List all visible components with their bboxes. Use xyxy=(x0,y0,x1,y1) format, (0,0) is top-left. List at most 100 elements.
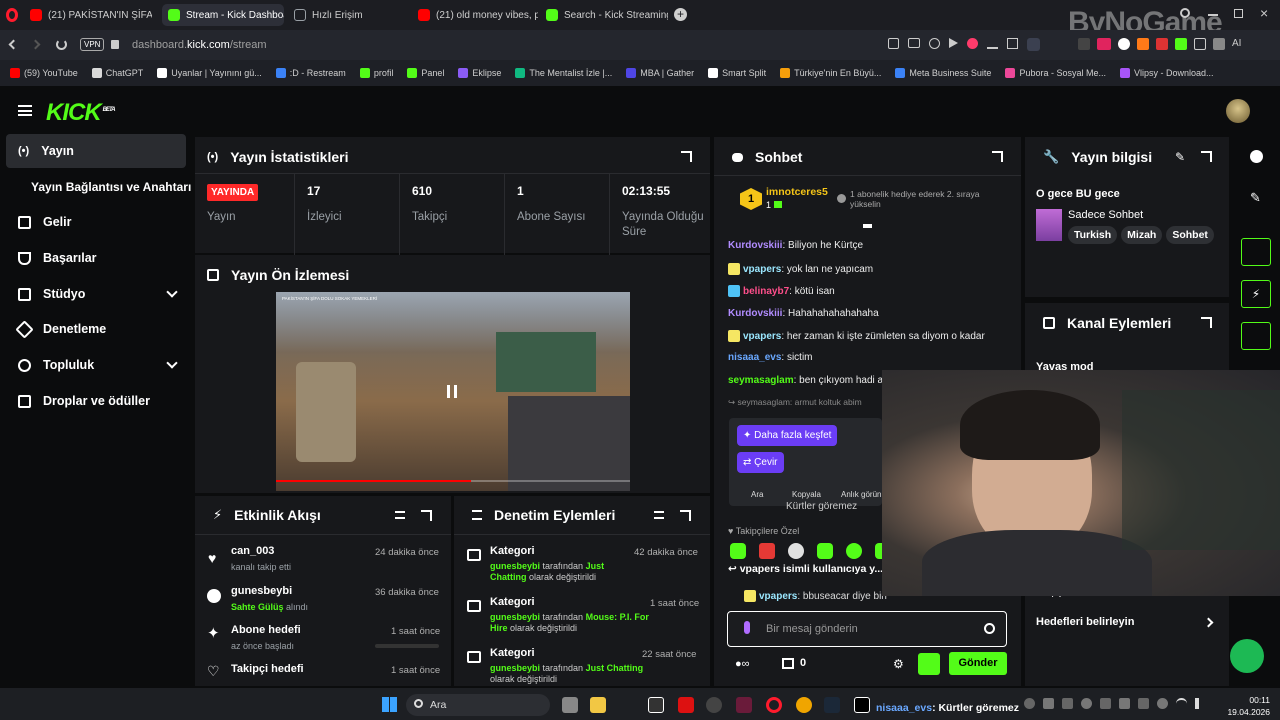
popout-icon[interactable] xyxy=(681,151,692,162)
extension-icon[interactable] xyxy=(1213,38,1225,50)
bookmark-item[interactable]: Uyanlar | Yayınını gü... xyxy=(157,68,262,78)
users-icon[interactable]: ●∞ xyxy=(735,658,750,670)
set-goals-row[interactable]: Hedefleri belirleyin xyxy=(1036,616,1134,628)
search-option[interactable]: Ara xyxy=(751,490,763,499)
bookmark-item[interactable]: Smart Split xyxy=(708,68,766,78)
edit-icon[interactable]: ✎ xyxy=(1175,150,1185,164)
browser-tab[interactable]: (21) PAKİSTAN'IN ŞİFA DO xyxy=(24,4,152,26)
taskbar-search[interactable]: Ara xyxy=(406,694,550,716)
wifi-icon[interactable] xyxy=(1176,698,1187,709)
edit-icon[interactable]: ✎ xyxy=(1250,190,1261,206)
mic-icon[interactable] xyxy=(744,621,750,634)
sidebar-item-achievements[interactable]: Başarılar xyxy=(6,241,186,275)
bookmark-item[interactable]: profil xyxy=(359,68,393,78)
restore-icon[interactable] xyxy=(1234,9,1243,18)
bookmark-item[interactable]: MBA | Gather xyxy=(626,68,694,78)
bookmark-item[interactable]: The Mentalist İzle |... xyxy=(515,68,612,78)
close-icon[interactable]: × xyxy=(1260,5,1268,21)
browser-tab-active[interactable]: Stream - Kick Dashboard xyxy=(162,4,284,26)
bookmark-item[interactable]: Meta Business Suite xyxy=(895,68,991,78)
avatar[interactable] xyxy=(1226,99,1250,123)
popout-icon[interactable] xyxy=(680,510,691,521)
extension-icon[interactable] xyxy=(1078,38,1090,50)
tray-icon[interactable] xyxy=(1062,698,1073,709)
camera-icon[interactable] xyxy=(1241,238,1271,266)
bookmark-item[interactable]: Pubora - Sosyal Me... xyxy=(1005,68,1106,78)
stream-preview-video[interactable]: PAKİSTAN'IN ŞİFA DOLU SOKAK YEMEKLERİ xyxy=(276,292,630,491)
emote-icon[interactable] xyxy=(817,543,833,559)
emote-icon[interactable] xyxy=(730,543,746,559)
kick-logo[interactable]: KICK BETA xyxy=(46,99,116,127)
video-progress-bar[interactable] xyxy=(276,480,630,482)
bookmark-item[interactable]: Vlipsy - Download... xyxy=(1119,68,1214,78)
tag[interactable]: Mizah xyxy=(1121,226,1163,244)
tray-icon[interactable] xyxy=(1081,698,1092,709)
browser-tab[interactable]: (21) old money vibes, play xyxy=(412,4,538,26)
translate-button[interactable]: ⇄ Çevir xyxy=(737,452,784,473)
settings-icon[interactable]: ⚙ xyxy=(893,657,904,671)
filter-icon[interactable] xyxy=(654,511,664,519)
sidebar-item-moderation[interactable]: Denetleme xyxy=(6,312,186,346)
folder-icon[interactable] xyxy=(590,697,606,713)
tag[interactable]: Turkish xyxy=(1068,226,1118,244)
extension-icon[interactable] xyxy=(1156,38,1168,50)
browser-tab[interactable]: Search - Kick Streaming xyxy=(540,4,668,26)
app-icon[interactable] xyxy=(796,697,812,713)
send-button[interactable]: Gönder xyxy=(949,652,1007,675)
bolt-icon[interactable]: ⚡ xyxy=(1241,280,1271,308)
emote-icon[interactable] xyxy=(759,543,775,559)
new-tab-button[interactable]: + xyxy=(674,8,687,21)
bookmark-item[interactable]: Türkiye'nin En Büyü... xyxy=(780,68,881,78)
download-icon[interactable] xyxy=(987,38,998,49)
chat-message[interactable]: vpapers: her zaman ki işte zümleten sa d… xyxy=(728,330,985,342)
reload-icon[interactable] xyxy=(56,39,67,50)
windows-start-icon[interactable] xyxy=(382,697,397,712)
bookmark-item[interactable]: :D - Restream xyxy=(275,68,346,78)
extension-icon[interactable] xyxy=(1175,38,1187,50)
extension-icon[interactable] xyxy=(1118,38,1130,50)
bookmark-item[interactable]: (59) YouTube xyxy=(10,68,78,78)
sidebar-item-drops[interactable]: Droplar ve ödüller xyxy=(6,384,186,418)
chat-input[interactable]: Bir mesaj gönderin xyxy=(727,611,1007,647)
volume-icon[interactable] xyxy=(1195,698,1206,709)
emoji-icon[interactable] xyxy=(984,623,995,634)
tiktok-icon[interactable] xyxy=(854,697,870,713)
popout-icon[interactable] xyxy=(421,510,432,521)
popout-icon[interactable] xyxy=(1201,317,1212,328)
edit-icon[interactable] xyxy=(888,38,899,49)
bookmark-item[interactable]: Panel xyxy=(407,68,444,78)
steam-icon[interactable] xyxy=(824,697,840,713)
tray-icon[interactable] xyxy=(1138,698,1149,709)
app-icon[interactable] xyxy=(736,697,752,713)
tray-icon[interactable] xyxy=(1157,698,1168,709)
vpn-badge[interactable]: VPN xyxy=(80,38,105,51)
minimize-icon[interactable] xyxy=(1208,14,1218,16)
chat-message[interactable]: Kurdovskiii: Biliyon he Kürtçe xyxy=(728,240,863,251)
pause-icon[interactable] xyxy=(447,385,457,398)
box-icon[interactable] xyxy=(1007,38,1018,49)
instant-option[interactable]: Anlık görün xyxy=(841,490,882,499)
chat-message[interactable]: belinayb7: kötü isan xyxy=(728,285,835,297)
explore-more-button[interactable]: ✦ Daha fazla keşfet xyxy=(737,425,838,446)
chat-message[interactable]: Kürtler göremez xyxy=(786,501,857,512)
tray-icon[interactable] xyxy=(1100,698,1111,709)
ai-icon[interactable]: AI xyxy=(1232,38,1241,50)
kick-emote-button[interactable] xyxy=(918,653,940,675)
sidebar-item-stream[interactable]: (•) Yayın xyxy=(6,134,186,168)
chat-message[interactable]: vpapers: yok lan ne yapıcam xyxy=(728,263,873,275)
store-icon[interactable] xyxy=(782,658,794,669)
profile-icon[interactable] xyxy=(1027,38,1040,51)
capcut-icon[interactable] xyxy=(648,697,664,713)
clock[interactable]: 00:11 19.04.2026 xyxy=(1226,694,1270,718)
bookmark-item[interactable]: Eklipse xyxy=(458,68,501,78)
play-icon[interactable] xyxy=(949,38,958,48)
filter-icon[interactable] xyxy=(395,511,405,519)
extension-icon[interactable] xyxy=(1097,38,1111,50)
app-icon[interactable] xyxy=(706,697,722,713)
popout-icon[interactable] xyxy=(992,151,1003,162)
tray-icon[interactable] xyxy=(1043,698,1054,709)
camera-icon[interactable] xyxy=(908,38,920,48)
emote-icon[interactable] xyxy=(846,543,862,559)
shield-icon[interactable] xyxy=(929,38,940,49)
search-icon[interactable] xyxy=(1180,8,1190,18)
